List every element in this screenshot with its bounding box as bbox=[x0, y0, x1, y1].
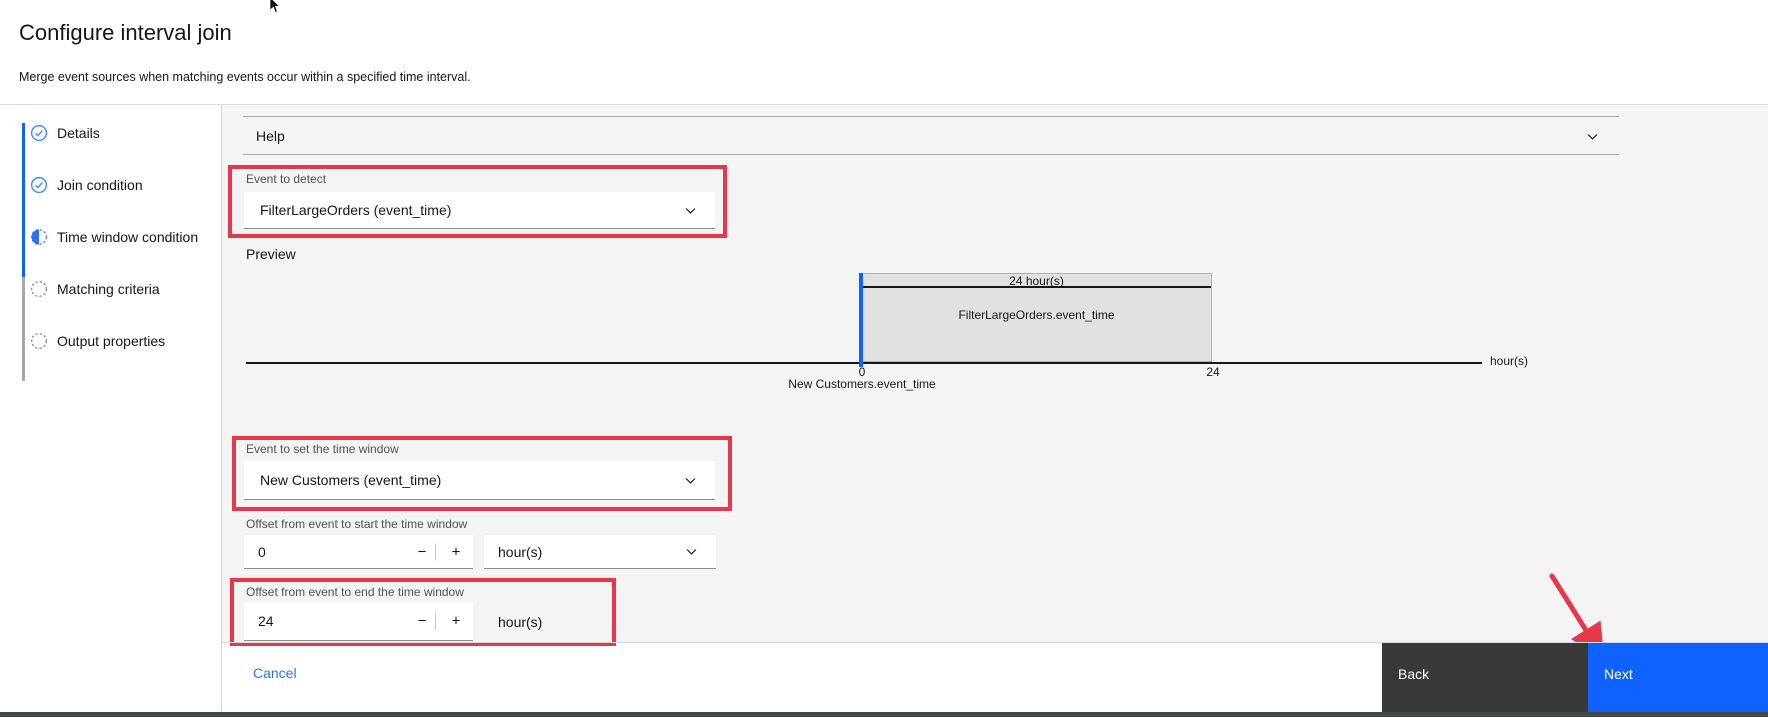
axis-unit-label: hour(s) bbox=[1490, 354, 1529, 368]
step-label: Output properties bbox=[57, 333, 166, 349]
event-to-detect-value: FilterLargeOrders (event_time) bbox=[260, 202, 452, 218]
next-button[interactable]: Next bbox=[1588, 643, 1768, 712]
step-label: Matching criteria bbox=[57, 281, 160, 297]
step-label: Time window condition bbox=[57, 229, 199, 245]
step-output-properties[interactable]: Output properties bbox=[30, 332, 165, 350]
offset-start-label: Offset from event to start the time wind… bbox=[246, 517, 468, 531]
step-join-condition[interactable]: Join condition bbox=[30, 176, 143, 194]
step-incomplete-icon bbox=[30, 332, 48, 350]
help-accordion[interactable]: Help bbox=[243, 116, 1619, 155]
step-current-icon bbox=[30, 228, 48, 246]
window-event-label: FilterLargeOrders.event_time bbox=[958, 308, 1115, 322]
bottom-window-edge bbox=[0, 712, 1768, 717]
chevron-down-icon bbox=[1587, 134, 1598, 140]
event-to-set-window-value: New Customers (event_time) bbox=[260, 472, 442, 488]
step-complete-icon bbox=[30, 124, 48, 142]
preview-label: Preview bbox=[246, 246, 296, 262]
stepper-divider bbox=[435, 612, 436, 630]
decrement-button[interactable]: − bbox=[410, 613, 434, 630]
configure-interval-join-dialog: Configure interval join Merge event sour… bbox=[0, 0, 1768, 718]
offset-end-value: 24 bbox=[258, 613, 274, 629]
offset-end-input[interactable]: 24 − + bbox=[244, 602, 473, 641]
offset-start-value: 0 bbox=[258, 543, 266, 560]
event-to-set-window-label: Event to set the time window bbox=[246, 442, 399, 456]
event-to-set-window-dropdown[interactable]: New Customers (event_time) bbox=[244, 461, 715, 500]
increment-button[interactable]: + bbox=[444, 613, 468, 630]
chevron-down-icon bbox=[685, 477, 696, 484]
axis-tick-end: 24 bbox=[1206, 365, 1220, 379]
offset-start-unit-dropdown[interactable]: hour(s) bbox=[484, 535, 716, 569]
sidebar-divider bbox=[221, 105, 222, 712]
window-duration-label: 24 hour(s) bbox=[1009, 274, 1064, 288]
offset-start-unit-value: hour(s) bbox=[498, 543, 543, 560]
offset-end-label: Offset from event to end the time window bbox=[246, 585, 464, 599]
offset-start-input[interactable]: 0 − + bbox=[244, 535, 473, 569]
cancel-button[interactable]: Cancel bbox=[253, 665, 297, 681]
chevron-down-icon bbox=[685, 207, 696, 214]
mouse-cursor-icon bbox=[269, 0, 281, 13]
decrement-button[interactable]: − bbox=[410, 543, 434, 560]
event-to-detect-dropdown[interactable]: FilterLargeOrders (event_time) bbox=[244, 192, 715, 229]
chevron-down-icon bbox=[686, 549, 697, 555]
step-time-window-condition[interactable]: Time window condition bbox=[30, 228, 198, 246]
offset-end-unit-label: hour(s) bbox=[498, 614, 543, 630]
stepper-divider bbox=[435, 543, 436, 560]
progress-track-pending bbox=[22, 277, 25, 381]
increment-button[interactable]: + bbox=[444, 543, 468, 560]
step-details[interactable]: Details bbox=[30, 124, 100, 142]
back-button[interactable]: Back bbox=[1382, 643, 1588, 712]
timeline-axis bbox=[246, 362, 1482, 364]
event-to-detect-label: Event to detect bbox=[246, 172, 327, 186]
progress-track-active bbox=[22, 123, 25, 277]
step-incomplete-icon bbox=[30, 280, 48, 298]
page-title: Configure interval join bbox=[19, 20, 232, 45]
step-label: Join condition bbox=[57, 177, 143, 193]
step-matching-criteria[interactable]: Matching criteria bbox=[30, 280, 160, 298]
page-subtitle: Merge event sources when matching events… bbox=[19, 70, 471, 84]
step-label: Details bbox=[57, 125, 100, 141]
help-accordion-label: Help bbox=[256, 127, 285, 144]
step-complete-icon bbox=[30, 176, 48, 194]
axis-event-label: New Customers.event_time bbox=[788, 377, 936, 391]
